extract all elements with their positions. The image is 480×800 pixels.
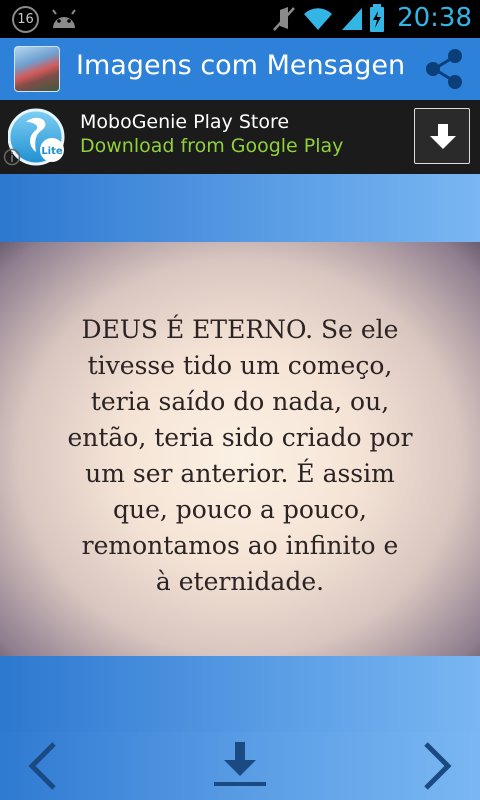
chevron-right-icon [424, 742, 452, 790]
signal-icon [342, 8, 362, 30]
previous-button[interactable] [4, 732, 84, 800]
message-line: DEUS É ETERNO. Se ele [81, 315, 399, 344]
notification-count-badge: 16 [12, 6, 39, 33]
message-text: DEUS É ETERNO. Se ele tivesse tido um co… [24, 312, 456, 600]
status-bar: 16 20:38 [0, 0, 480, 38]
ad-banner[interactable]: Lite MoboGenie Play Store Download from … [0, 100, 480, 174]
app-title: Imagens com Mensagen [76, 50, 406, 81]
content-area: DEUS É ETERNO. Se ele tivesse tido um co… [0, 174, 480, 732]
app-logo-icon[interactable] [14, 46, 60, 92]
wifi-icon [304, 8, 332, 30]
android-icon [52, 9, 76, 28]
ad-download-button[interactable] [414, 108, 470, 164]
ad-info-icon[interactable] [3, 148, 21, 166]
message-image[interactable]: DEUS É ETERNO. Se ele tivesse tido um co… [0, 242, 480, 656]
bottom-nav [0, 732, 480, 800]
ad-logo-badge: Lite [41, 146, 63, 157]
clock: 20:38 [397, 3, 472, 33]
message-line: um ser anterior. É assim [85, 459, 395, 488]
battery-charging-icon [370, 4, 384, 32]
action-bar: Imagens com Mensagen [0, 38, 480, 100]
message-line: tivesse tido um começo, [87, 351, 393, 380]
download-button[interactable] [200, 732, 280, 800]
share-icon[interactable] [420, 45, 468, 93]
message-line: que, pouco a pouco, [113, 495, 367, 524]
message-line: então, teria sido criado por [67, 423, 413, 452]
status-icons [272, 4, 384, 32]
ad-title: MoboGenie Play Store [80, 111, 290, 133]
mute-icon [273, 7, 295, 31]
message-line: teria saído do nada, ou, [90, 387, 390, 416]
message-line: remontamos ao infinito e [81, 531, 399, 560]
download-icon [214, 742, 266, 786]
download-arrow-icon [430, 124, 456, 149]
message-line: à eternidade. [155, 567, 325, 596]
next-button[interactable] [396, 732, 476, 800]
ad-subtitle: Download from Google Play [80, 135, 344, 157]
chevron-left-icon [28, 742, 56, 790]
